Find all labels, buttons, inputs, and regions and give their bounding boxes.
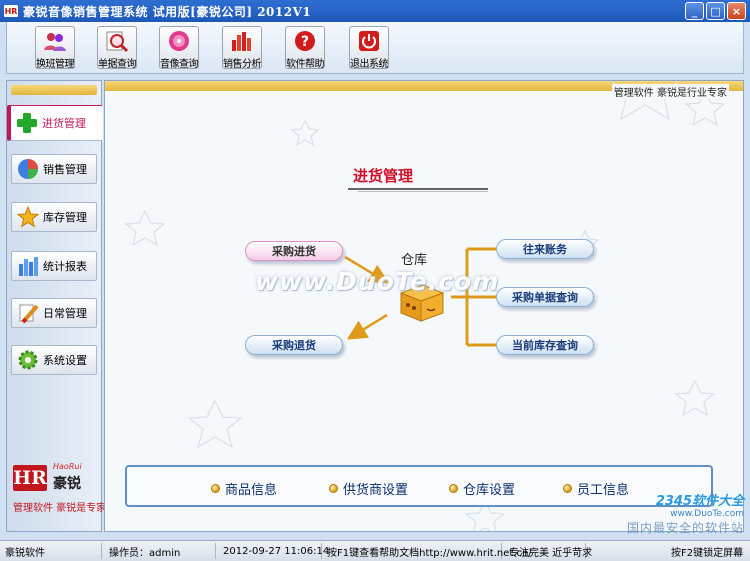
- corner-watermark: 2345软件大全 www.DuoTe.com 国内最安全的软件站: [627, 490, 744, 536]
- software-help-button[interactable]: ? 软件帮助: [285, 26, 325, 70]
- main-workspace: 管理软件 豪锐是行业专家 进货管理 采购进货 采购退货 仓库 往来账务 采购单据…: [104, 80, 744, 532]
- plus-icon: [16, 112, 38, 134]
- bar-chart-icon: [230, 30, 254, 52]
- brush-icon: [17, 302, 39, 324]
- accounts-button[interactable]: 往来账务: [496, 239, 594, 259]
- corner-watermark-brand: 2345软件大全: [655, 494, 744, 509]
- toolbar: 换班管理 单据查询 音像查询 销售分析 ? 软件帮助 退出系统: [6, 22, 744, 74]
- window-title: 豪锐音像销售管理系统 试用版[豪锐公司] 2012V1: [23, 4, 312, 19]
- shift-management-button[interactable]: 换班管理: [35, 26, 75, 70]
- site-watermark: www.DuoTe.com: [255, 267, 500, 296]
- purchase-document-query-button[interactable]: 采购单据查询: [496, 287, 594, 307]
- sidebar-top-bar: [11, 85, 97, 95]
- status-lock-hint: 按F2键锁定屏幕: [671, 547, 744, 559]
- exit-system-button[interactable]: 退出系统: [349, 26, 389, 70]
- users-icon: [43, 30, 67, 52]
- power-icon: [357, 30, 381, 52]
- magnifier-icon: [105, 30, 129, 53]
- purchase-return-button[interactable]: 采购退货: [245, 335, 343, 355]
- sales-analysis-button[interactable]: 销售分析: [222, 26, 262, 70]
- bullet-icon: [211, 484, 220, 493]
- sidebar-item-purchase[interactable]: 进货管理: [7, 105, 103, 141]
- employee-info-link[interactable]: 员工信息: [563, 479, 629, 498]
- bullet-icon: [329, 484, 338, 493]
- media-query-button[interactable]: 音像查询: [159, 26, 199, 70]
- maximize-button[interactable]: □: [706, 2, 725, 20]
- logo-mark: HR: [13, 465, 47, 491]
- sidebar: 进货管理 销售管理 库存管理 统计报表 日常管理 系统设置 HR HaoRui …: [6, 80, 106, 532]
- logo-chinese: 豪锐: [53, 476, 81, 492]
- bullet-icon: [449, 484, 458, 493]
- report-icon: [17, 255, 39, 277]
- supplier-settings-link[interactable]: 供货商设置: [329, 479, 408, 498]
- star-icon: [16, 205, 40, 228]
- gear-icon: [17, 349, 39, 371]
- status-slogan: 专注完美 近乎苛求: [506, 543, 592, 559]
- product-info-link[interactable]: 商品信息: [211, 479, 277, 498]
- svg-text:?: ?: [301, 34, 309, 50]
- app-logo-icon: HR: [4, 5, 18, 17]
- basic-info-panel: 商品信息 供货商设置 仓库设置 员工信息: [125, 465, 713, 507]
- brand-logo: HR HaoRui 豪锐 管理软件 豪锐是专家: [11, 459, 106, 519]
- help-icon: ?: [293, 30, 317, 52]
- status-operator: 操作员：admin: [106, 543, 216, 559]
- minimize-button[interactable]: _: [685, 2, 704, 20]
- document-query-button[interactable]: 单据查询: [97, 26, 137, 70]
- logo-english: HaoRui: [53, 462, 82, 471]
- disc-icon: [167, 30, 191, 52]
- status-help: 按F1键查看帮助文档http://www.hrit.net.cn/: [324, 543, 532, 559]
- warehouse-settings-link[interactable]: 仓库设置: [449, 479, 515, 498]
- pie-chart-icon: [17, 158, 39, 180]
- close-button[interactable]: ×: [727, 2, 746, 20]
- current-stock-query-button[interactable]: 当前库存查询: [496, 335, 594, 355]
- sidebar-item-daily[interactable]: 日常管理: [11, 298, 97, 328]
- sidebar-item-inventory[interactable]: 库存管理: [11, 202, 97, 232]
- logo-slogan: 管理软件 豪锐是专家: [13, 503, 107, 514]
- sidebar-item-sales[interactable]: 销售管理: [11, 154, 97, 184]
- purchase-in-button[interactable]: 采购进货: [245, 241, 343, 261]
- corner-watermark-tag: 国内最安全的软件站: [626, 521, 744, 535]
- title-bar: HR 豪锐音像销售管理系统 试用版[豪锐公司] 2012V1 _ □ ×: [0, 0, 750, 22]
- sidebar-item-settings[interactable]: 系统设置: [11, 345, 97, 375]
- bullet-icon: [563, 484, 572, 493]
- warehouse-label: 仓库: [401, 253, 428, 268]
- status-company: 豪锐软件: [2, 543, 102, 559]
- status-datetime: 2012-09-27 11:06:14: [220, 543, 329, 559]
- sidebar-item-reports[interactable]: 统计报表: [11, 251, 97, 281]
- corner-watermark-url: www.DuoTe.com: [670, 509, 744, 519]
- status-bar: 豪锐软件 操作员：admin 2012-09-27 11:06:14 按F1键查…: [0, 540, 750, 561]
